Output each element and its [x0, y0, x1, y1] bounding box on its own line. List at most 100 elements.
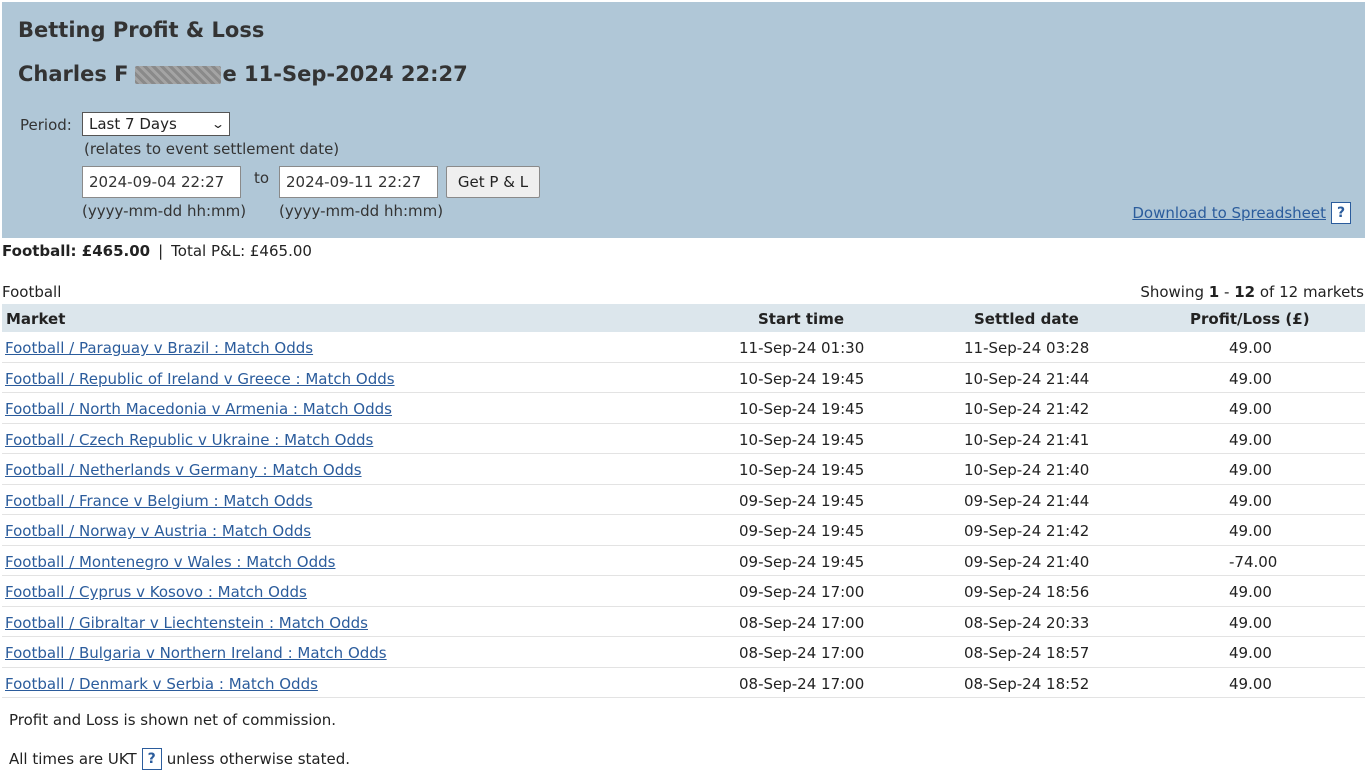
- showing-dash: -: [1224, 283, 1230, 301]
- start-time: 10-Sep-24 19:45: [739, 430, 865, 449]
- market-link[interactable]: Football / North Macedonia v Armenia : M…: [5, 400, 392, 418]
- market-table-body: Football / Paraguay v Brazil : Match Odd…: [2, 332, 1365, 698]
- column-header-profit-loss: Profit/Loss (£): [1190, 310, 1310, 328]
- period-label: Period:: [20, 116, 72, 134]
- times-note: All times are UKT ? unless otherwise sta…: [9, 748, 350, 770]
- showing-to: 12: [1234, 283, 1256, 301]
- account-line: Charles F e 11-Sep-2024 22:27: [18, 62, 468, 86]
- profit-loss: 49.00: [1229, 674, 1272, 693]
- profit-loss: 49.00: [1229, 430, 1272, 449]
- table-row: Football / Netherlands v Germany : Match…: [2, 454, 1365, 485]
- profit-loss: 49.00: [1229, 400, 1272, 418]
- showing-from: 1: [1208, 283, 1220, 301]
- column-header-start-time: Start time: [758, 310, 845, 328]
- account-first-name: Charles F: [18, 62, 129, 86]
- table-row: Football / Montenegro v Wales : Match Od…: [2, 546, 1365, 576]
- redacted-name: [134, 66, 221, 84]
- column-header-settled-date: Settled date: [974, 310, 1079, 328]
- profit-loss: 49.00: [1229, 522, 1272, 540]
- start-time: 08-Sep-24 17:00: [739, 644, 865, 662]
- settled-date: 08-Sep-24 18:57: [964, 644, 1090, 662]
- market-link[interactable]: Football / Gibraltar v Liechtenstein : M…: [5, 614, 368, 632]
- start-time: 09-Sep-24 19:45: [739, 522, 865, 540]
- market-link[interactable]: Football / Republic of Ireland v Greece …: [5, 370, 395, 388]
- start-time: 10-Sep-24 19:45: [739, 461, 865, 479]
- market-link[interactable]: Football / France v Belgium : Match Odds: [5, 492, 313, 510]
- settled-date: 08-Sep-24 20:33: [964, 613, 1090, 632]
- profit-loss: 49.00: [1229, 461, 1272, 479]
- profit-loss: 49.00: [1229, 613, 1272, 632]
- commission-note: Profit and Loss is shown net of commissi…: [9, 711, 337, 729]
- start-time: 08-Sep-24 17:00: [739, 674, 865, 693]
- table-row: Football / Republic of Ireland v Greece …: [2, 363, 1365, 393]
- table-header: Market Start time Settled date Profit/Lo…: [2, 304, 1365, 332]
- showing-count: Showing 1 - 12 of 12 markets: [1140, 283, 1364, 301]
- start-time: 08-Sep-24 17:00: [739, 613, 865, 632]
- market-link[interactable]: Football / Norway v Austria : Match Odds: [5, 522, 311, 540]
- from-format-hint: (yyyy-mm-dd hh:mm): [82, 202, 247, 220]
- table-row: Football / Cyprus v Kosovo : Match Odds 0…: [2, 576, 1365, 607]
- page-title: Betting Profit & Loss: [18, 18, 265, 42]
- times-prefix: All times are UKT: [9, 750, 137, 768]
- sport-total: Football: £465.00: [2, 242, 151, 260]
- start-time: 10-Sep-24 19:45: [739, 369, 865, 388]
- summary-separator: |: [158, 242, 164, 260]
- showing-prefix: Showing: [1140, 283, 1204, 301]
- total-pl: Total P&L: £465.00: [171, 242, 312, 260]
- section-label: Football: [2, 283, 62, 301]
- market-link[interactable]: Football / Paraguay v Brazil : Match Odd…: [5, 339, 313, 357]
- download-area: Download to Spreadsheet ?: [1132, 202, 1351, 224]
- settled-date: 08-Sep-24 18:52: [964, 674, 1090, 693]
- market-link[interactable]: Football / Denmark v Serbia : Match Odds: [5, 675, 318, 693]
- table-row: Football / North Macedonia v Armenia : M…: [2, 393, 1365, 424]
- table-row: Football / France v Belgium : Match Odds…: [2, 485, 1365, 515]
- chevron-down-icon: ⌄: [210, 117, 226, 131]
- table-row: Football / Paraguay v Brazil : Match Odd…: [2, 332, 1365, 363]
- settled-date: 11-Sep-24 03:28: [964, 339, 1090, 357]
- profit-loss: 49.00: [1229, 491, 1272, 510]
- times-suffix: unless otherwise stated.: [166, 750, 350, 768]
- market-link[interactable]: Football / Cyprus v Kosovo : Match Odds: [5, 583, 307, 601]
- table-row: Football / Denmark v Serbia : Match Odds…: [2, 668, 1365, 698]
- period-select[interactable]: Last 7 Days ⌄: [82, 112, 230, 136]
- table-row: Football / Czech Republic v Ukraine : Ma…: [2, 424, 1365, 454]
- profit-loss: -74.00: [1229, 552, 1278, 571]
- showing-suffix: of 12 markets: [1259, 283, 1364, 301]
- help-icon[interactable]: ?: [1331, 202, 1351, 224]
- settled-date: 09-Sep-24 21:42: [964, 522, 1090, 540]
- market-link[interactable]: Football / Netherlands v Germany : Match…: [5, 461, 362, 479]
- table-row: Football / Gibraltar v Liechtenstein : M…: [2, 607, 1365, 637]
- from-date-input[interactable]: 2024-09-04 22:27: [82, 166, 241, 198]
- table-row: Football / Norway v Austria : Match Odds…: [2, 515, 1365, 546]
- market-link[interactable]: Football / Bulgaria v Northern Ireland :…: [5, 644, 387, 662]
- profit-loss: 49.00: [1229, 583, 1272, 601]
- settled-date: 10-Sep-24 21:42: [964, 400, 1090, 418]
- to-format-hint: (yyyy-mm-dd hh:mm): [279, 202, 444, 220]
- start-time: 11-Sep-24 01:30: [739, 339, 865, 357]
- start-time: 09-Sep-24 19:45: [739, 552, 865, 571]
- settled-date: 09-Sep-24 18:56: [964, 583, 1090, 601]
- settled-date: 10-Sep-24 21:44: [964, 369, 1090, 388]
- settled-date: 10-Sep-24 21:41: [964, 430, 1090, 449]
- period-selected-value: Last 7 Days: [89, 115, 177, 133]
- profit-loss: 49.00: [1229, 339, 1272, 357]
- profit-loss: 49.00: [1229, 369, 1272, 388]
- settled-date: 09-Sep-24 21:40: [964, 552, 1090, 571]
- settled-date: 10-Sep-24 21:40: [964, 461, 1090, 479]
- pl-summary: Football: £465.00 | Total P&L: £465.00: [2, 242, 312, 260]
- start-time: 09-Sep-24 17:00: [739, 583, 865, 601]
- get-pl-button[interactable]: Get P & L: [446, 166, 540, 198]
- header-panel: Betting Profit & Loss Charles F e 11-Sep…: [2, 2, 1365, 238]
- account-timestamp: e 11-Sep-2024 22:27: [222, 62, 468, 86]
- to-label: to: [254, 169, 270, 187]
- help-icon[interactable]: ?: [141, 748, 162, 770]
- settled-date: 09-Sep-24 21:44: [964, 491, 1090, 510]
- market-link[interactable]: Football / Montenegro v Wales : Match Od…: [5, 553, 335, 571]
- relates-note: (relates to event settlement date): [84, 140, 340, 158]
- to-date-input[interactable]: 2024-09-11 22:27: [279, 166, 438, 198]
- table-row: Football / Bulgaria v Northern Ireland :…: [2, 637, 1365, 668]
- column-header-market: Market: [6, 310, 66, 328]
- market-link[interactable]: Football / Czech Republic v Ukraine : Ma…: [5, 431, 373, 449]
- download-spreadsheet-link[interactable]: Download to Spreadsheet: [1132, 204, 1326, 222]
- start-time: 09-Sep-24 19:45: [739, 491, 865, 510]
